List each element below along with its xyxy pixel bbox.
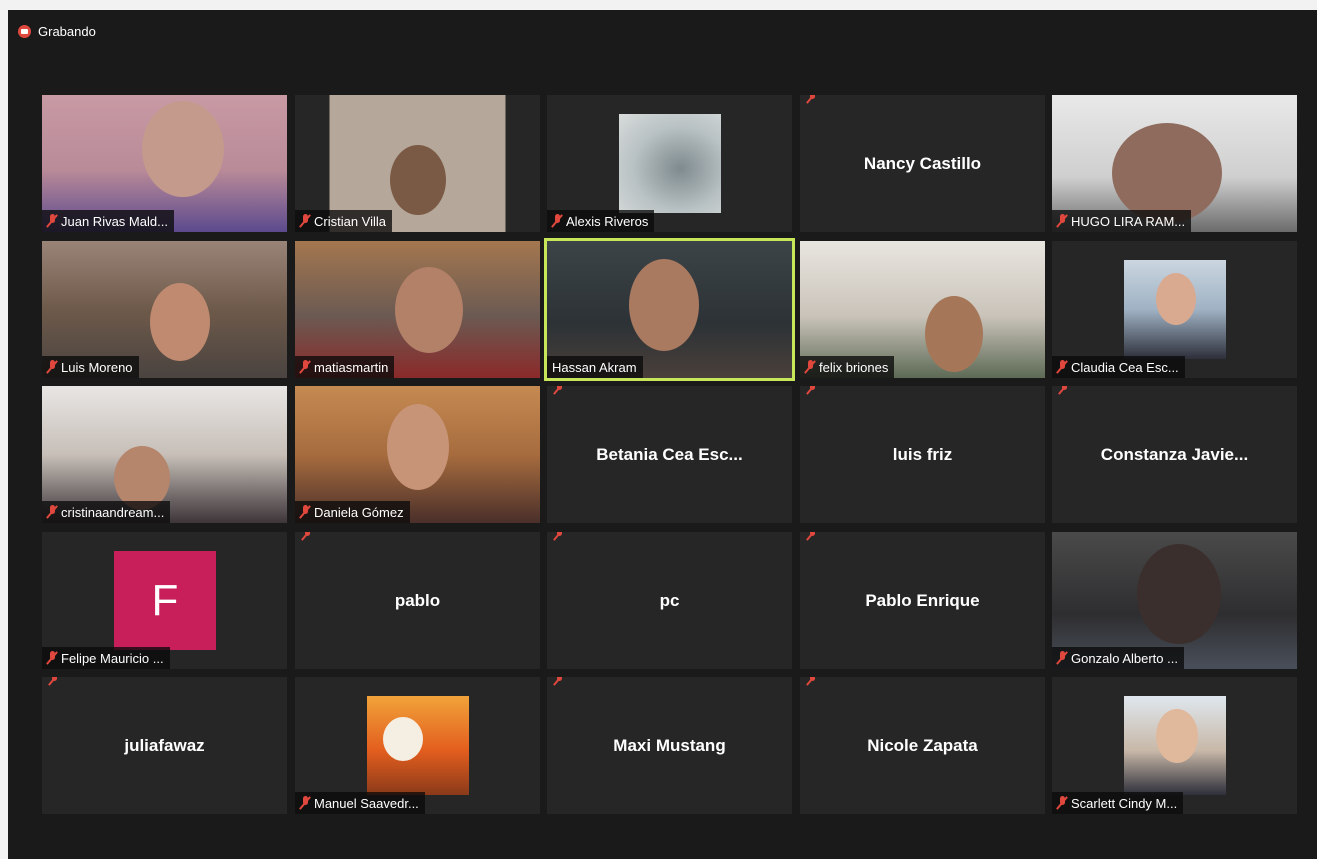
participant-name: Daniela Gómez	[314, 504, 404, 520]
mic-muted-icon	[1057, 214, 1067, 228]
mic-muted-icon	[47, 214, 57, 228]
participant-name: HUGO LIRA RAM...	[1071, 213, 1186, 229]
participant-tile-luis-friz[interactable]: luis friz	[800, 386, 1045, 523]
participant-tile-julia[interactable]: juliafawaz	[42, 677, 287, 814]
participant-name: Luis Moreno	[61, 359, 133, 375]
participant-photo	[619, 114, 721, 213]
participant-tile-hassan[interactable]: Hassan Akram	[544, 238, 795, 381]
participant-nametag: Juan Rivas Mald...	[42, 210, 174, 232]
participant-nametag: Cristian Villa	[295, 210, 393, 232]
mic-muted-icon	[554, 386, 564, 395]
participant-name: matiasmartin	[314, 359, 389, 375]
participant-name-center: pc	[659, 590, 680, 610]
participant-tile-scarlett[interactable]: Scarlett Cindy M...	[1052, 677, 1297, 814]
participant-nametag: Claudia Cea Esc...	[1052, 356, 1185, 378]
mic-muted-icon	[47, 651, 57, 665]
mic-muted-icon	[300, 214, 310, 228]
participant-name-center: Maxi Mustang	[613, 735, 726, 755]
participant-tile-felix[interactable]: felix briones	[800, 241, 1045, 378]
mic-muted-icon	[302, 532, 312, 541]
mic-muted-icon	[300, 796, 310, 810]
participant-nametag: HUGO LIRA RAM...	[1052, 210, 1192, 232]
participant-name-center: luis friz	[892, 444, 953, 464]
participant-nametag: Daniela Gómez	[295, 501, 410, 523]
participant-name-center: pablo	[394, 590, 441, 610]
participant-name-center: Nancy Castillo	[863, 153, 982, 173]
participant-nametag: Scarlett Cindy M...	[1052, 792, 1184, 814]
participant-tile-luis-moreno[interactable]: Luis Moreno	[42, 241, 287, 378]
participant-name-center: Nicole Zapata	[867, 735, 978, 755]
participant-tile-matias[interactable]: matiasmartin	[295, 241, 540, 378]
participant-tile-pc[interactable]: pc	[547, 532, 792, 669]
participant-name: felix briones	[819, 359, 889, 375]
participant-name-center: juliafawaz	[124, 735, 205, 755]
participant-nametag: cristinaandream...	[42, 501, 171, 523]
participant-name-center: Betania Cea Esc...	[596, 444, 743, 464]
participant-tile-pablo[interactable]: pablo	[295, 532, 540, 669]
mic-muted-icon	[807, 532, 817, 541]
participant-name: Gonzalo Alberto ...	[1071, 650, 1178, 666]
participant-name-center: Constanza Javie...	[1100, 444, 1249, 464]
mic-muted-icon	[1059, 386, 1069, 395]
participant-name: Alexis Riveros	[566, 213, 649, 229]
mic-muted-icon	[1057, 796, 1067, 810]
recording-indicator[interactable]: Grabando	[18, 22, 96, 40]
participant-tile-hugo[interactable]: HUGO LIRA RAM...	[1052, 95, 1297, 232]
participant-tile-pablo-enrique[interactable]: Pablo Enrique	[800, 532, 1045, 669]
participant-name: cristinaandream...	[61, 504, 165, 520]
mic-muted-icon	[554, 532, 564, 541]
mic-muted-icon	[552, 214, 562, 228]
participant-tile-betania[interactable]: Betania Cea Esc...	[547, 386, 792, 523]
participant-nametag: matiasmartin	[295, 356, 395, 378]
participant-tile-nicole[interactable]: Nicole Zapata	[800, 677, 1045, 814]
participant-name-center: Pablo Enrique	[865, 590, 980, 610]
participant-name: Juan Rivas Mald...	[61, 213, 168, 229]
mic-muted-icon	[1057, 651, 1067, 665]
mic-muted-icon	[47, 505, 57, 519]
participant-nametag: Manuel Saavedr...	[295, 792, 425, 814]
mic-muted-icon	[47, 360, 57, 374]
participant-name: Hassan Akram	[552, 359, 637, 375]
participant-nametag: Alexis Riveros	[547, 210, 655, 232]
participant-tile-nancy[interactable]: Nancy Castillo	[800, 95, 1045, 232]
recording-label: Grabando	[38, 23, 96, 39]
record-icon	[18, 24, 31, 38]
participant-tile-cristina[interactable]: cristinaandream...	[42, 386, 287, 523]
participant-name: Cristian Villa	[314, 213, 387, 229]
participant-tile-daniela[interactable]: Daniela Gómez	[295, 386, 540, 523]
participant-tile-cristian[interactable]: Cristian Villa	[295, 95, 540, 232]
mic-muted-icon	[1057, 360, 1067, 374]
participant-nametag: Gonzalo Alberto ...	[1052, 647, 1184, 669]
participant-name: Manuel Saavedr...	[314, 795, 419, 811]
participant-nametag: Luis Moreno	[42, 356, 139, 378]
participant-tile-maxi[interactable]: Maxi Mustang	[547, 677, 792, 814]
participant-tile-felipe[interactable]: F Felipe Mauricio ...	[42, 532, 287, 669]
participant-avatar: F	[114, 551, 216, 650]
participant-tile-manuel[interactable]: Manuel Saavedr...	[295, 677, 540, 814]
participant-nametag: Hassan Akram	[547, 356, 643, 378]
mic-muted-icon	[807, 95, 817, 104]
participant-name: Claudia Cea Esc...	[1071, 359, 1179, 375]
meeting-window: Grabando Juan Rivas Mald... Cristian Vil…	[8, 10, 1317, 859]
participant-tile-claudia[interactable]: Claudia Cea Esc...	[1052, 241, 1297, 378]
mic-muted-icon	[554, 677, 564, 686]
participant-nametag: Felipe Mauricio ...	[42, 647, 170, 669]
participant-tile-alexis[interactable]: Alexis Riveros	[547, 95, 792, 232]
mic-muted-icon	[807, 677, 817, 686]
mic-muted-icon	[300, 360, 310, 374]
participant-tile-gonzalo[interactable]: Gonzalo Alberto ...	[1052, 532, 1297, 669]
mic-muted-icon	[300, 505, 310, 519]
mic-muted-icon	[49, 677, 59, 686]
participant-tile-constanza[interactable]: Constanza Javie...	[1052, 386, 1297, 523]
participant-nametag: felix briones	[800, 356, 895, 378]
participant-name: Felipe Mauricio ...	[61, 650, 164, 666]
mic-muted-icon	[805, 360, 815, 374]
participant-name: Scarlett Cindy M...	[1071, 795, 1178, 811]
mic-muted-icon	[807, 386, 817, 395]
participant-tile-juan[interactable]: Juan Rivas Mald...	[42, 95, 287, 232]
